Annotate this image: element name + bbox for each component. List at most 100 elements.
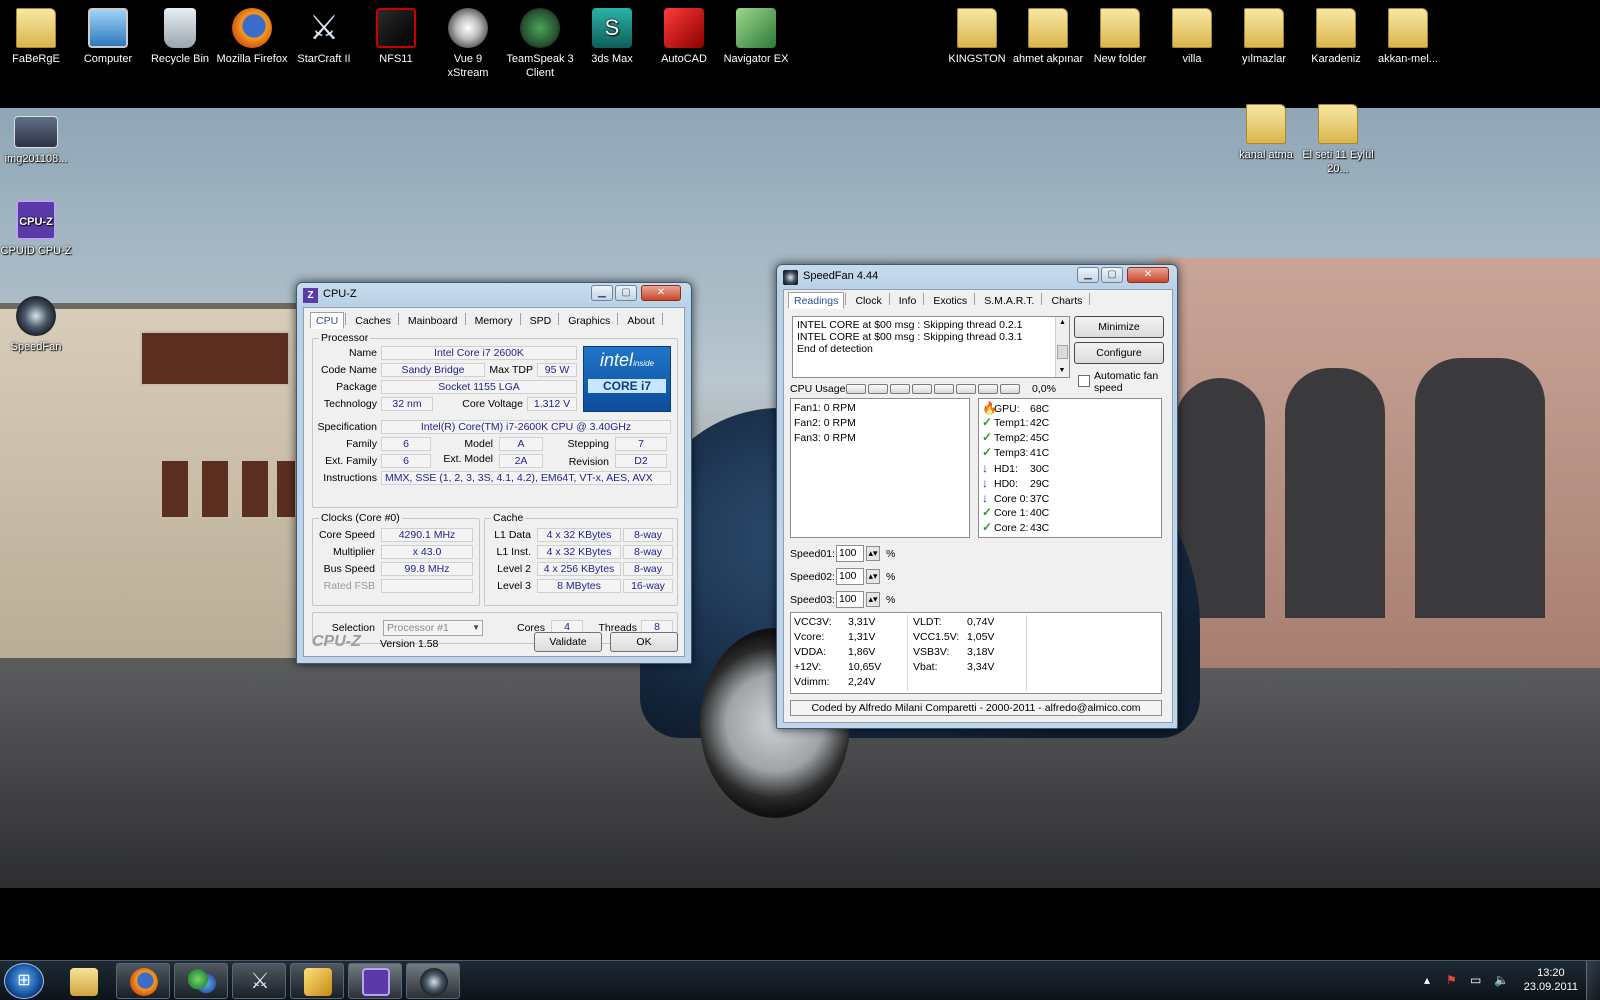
scroll-up-icon[interactable]: ▲ (1056, 317, 1069, 329)
windows-logo-icon: ⊞ (17, 972, 31, 989)
folder-icon (1100, 8, 1140, 48)
desktop-icon-img[interactable]: img201108... (0, 110, 72, 166)
desktop-icon-computer[interactable]: Computer (72, 8, 144, 66)
system-clock[interactable]: 13:20 23.09.2011 (1524, 966, 1578, 994)
tab-info[interactable]: Info (893, 292, 923, 309)
desktop-icon-yilmazlar[interactable]: yılmazlar (1228, 8, 1300, 66)
temps-panel: 🔥GPU: 68C ✓ Temp1: 42C ✓ Temp2: 45C ✓ Temp3: 41… (978, 398, 1162, 538)
desktop-icon-vue[interactable]: Vue 9 xStream (432, 8, 504, 80)
speedfan-titlebar[interactable]: SpeedFan 4.44 ▁ ▢ ✕ (777, 265, 1177, 289)
desktop-icon-speedfan[interactable]: SpeedFan (0, 296, 72, 354)
desktop-icon-kanal-atma[interactable]: kanal atma (1230, 104, 1302, 162)
speed01-stepper[interactable]: ▴▾ (866, 546, 880, 561)
temp-label: Temp1: (994, 417, 1029, 429)
tab-memory[interactable]: Memory (469, 312, 519, 329)
desktop-icon-starcraft[interactable]: ⚔ StarCraft II (288, 8, 360, 66)
minimize-app-button[interactable]: Minimize (1074, 316, 1164, 338)
maximize-button[interactable]: ▢ (1101, 267, 1123, 283)
speedfan-window[interactable]: SpeedFan 4.44 ▁ ▢ ✕ Readings Clock Info … (776, 264, 1178, 729)
temp-label: Core 0: (994, 493, 1029, 505)
network-icon[interactable]: ▭ (1470, 973, 1481, 987)
desktop-icon-akkan[interactable]: akkan-mel... (1372, 8, 1444, 66)
taskbar-item-autocad[interactable] (290, 963, 344, 999)
tab-about[interactable]: About (621, 312, 660, 329)
desktop-icon-villa[interactable]: villa (1156, 8, 1228, 66)
show-desktop-button[interactable] (1586, 961, 1600, 1000)
desktop-icon-karadeniz[interactable]: Karadeniz (1300, 8, 1372, 66)
desktop-icon-navigator[interactable]: Navigator EX (720, 8, 792, 66)
arrow-down-icon: ↓ (982, 461, 988, 475)
desktop-icon-nfs11[interactable]: NFS11 (360, 8, 432, 66)
taskbar-item-messenger[interactable] (174, 963, 228, 999)
clocks-group-title: Clocks (Core #0) (319, 512, 402, 524)
detection-log[interactable]: INTEL CORE at $00 msg : Skipping thread … (792, 316, 1070, 378)
ok-button[interactable]: OK (610, 632, 678, 652)
speed02-input[interactable]: 100 (836, 568, 864, 585)
tab-charts[interactable]: Charts (1046, 292, 1089, 309)
taskbar-item-speedfan[interactable] (406, 963, 460, 999)
tab-cpu[interactable]: CPU (310, 312, 345, 329)
tab-caches[interactable]: Caches (349, 312, 397, 329)
voltage-row: Vbat: 3,34V (913, 660, 1026, 675)
desktop-icon-3dsmax[interactable]: S 3ds Max (576, 8, 648, 66)
desktop-icon-firefox[interactable]: Mozilla Firefox (216, 8, 288, 66)
voltage-label: VCC3V: (794, 616, 832, 628)
voltage-value: 1,31V (848, 631, 876, 643)
volume-icon[interactable]: 🔈 (1494, 973, 1509, 987)
desktop-icon-new-folder[interactable]: New folder (1084, 8, 1156, 66)
desktop-icon-ahmet[interactable]: ahmet akpınar (1012, 8, 1084, 66)
tab-graphics[interactable]: Graphics (562, 312, 616, 329)
taskbar-item-cpuz[interactable] (348, 963, 402, 999)
speed03-stepper[interactable]: ▴▾ (866, 592, 880, 607)
action-center-flag-icon[interactable]: ⚑ (1446, 973, 1457, 987)
tab-readings[interactable]: Readings (788, 292, 845, 309)
desktop-icon-recycle-bin[interactable]: Recycle Bin (144, 8, 216, 66)
close-button[interactable]: ✕ (1127, 267, 1169, 283)
extfamily-value: 6 (381, 454, 431, 468)
taskbar-item-explorer[interactable] (56, 963, 110, 999)
desktop-icon-kingston[interactable]: KINGSTON (941, 8, 1013, 66)
desktop-icon-cpuz[interactable]: CPU-Z CPUID CPU-Z (0, 200, 72, 258)
desktop-icon-el-seti[interactable]: El seti 11 Eylül 20... (1302, 104, 1374, 176)
busspeed-label: Bus Speed (323, 563, 375, 575)
close-button[interactable]: ✕ (641, 285, 681, 301)
configure-button[interactable]: Configure (1074, 342, 1164, 364)
auto-fan-checkbox[interactable] (1078, 375, 1090, 387)
tab-spd[interactable]: SPD (524, 312, 558, 329)
tab-clock[interactable]: Clock (849, 292, 887, 309)
intel-logo-inside: inside (633, 359, 654, 368)
minimize-button[interactable]: ▁ (1077, 267, 1099, 283)
desktop-icon-label: 3ds Max (591, 53, 633, 65)
desktop-icon-faberge[interactable]: FaBeRgE (0, 8, 72, 66)
desktop-icon-label: New folder (1093, 53, 1147, 65)
arrow-down-icon: ↓ (982, 491, 988, 505)
log-scrollbar[interactable]: ▲ ▼ (1055, 317, 1069, 377)
clock-date: 23.09.2011 (1523, 981, 1578, 993)
speed02-stepper[interactable]: ▴▾ (866, 569, 880, 584)
speed03-input[interactable]: 100 (836, 591, 864, 608)
taskbar-item-starcraft[interactable]: ⚔ (232, 963, 286, 999)
cpuz-window[interactable]: Z CPU-Z ▁ ▢ ✕ CPU Caches Mainboard Memor… (296, 282, 692, 664)
tab-smart[interactable]: S.M.A.R.T. (978, 292, 1040, 309)
corespeed-value: 4290.1 MHz (381, 528, 473, 542)
tab-mainboard[interactable]: Mainboard (402, 312, 464, 329)
processor-select[interactable]: Processor #1 ▼ (383, 620, 483, 636)
speed01-input[interactable]: 100 (836, 545, 864, 562)
voltage-value: 1,86V (848, 646, 876, 658)
desktop-icon-teamspeak[interactable]: TeamSpeak 3 Client (504, 8, 576, 80)
scroll-down-icon[interactable]: ▼ (1056, 365, 1068, 377)
scroll-thumb[interactable] (1057, 345, 1068, 359)
busspeed-value: 99.8 MHz (381, 562, 473, 576)
tab-exotics[interactable]: Exotics (927, 292, 973, 309)
start-button[interactable]: ⊞ (4, 963, 44, 999)
maximize-button[interactable]: ▢ (615, 285, 637, 301)
minimize-button[interactable]: ▁ (591, 285, 613, 301)
voltage-row: VCC1.5V: 1,05V (913, 630, 1026, 645)
temp-row: ✓ Temp1: 42C (982, 416, 1158, 431)
validate-button[interactable]: Validate (534, 632, 602, 652)
cpuz-titlebar[interactable]: Z CPU-Z ▁ ▢ ✕ (297, 283, 691, 307)
tray-expand-icon[interactable]: ▴ (1424, 973, 1430, 987)
desktop-icon-autocad[interactable]: AutoCAD (648, 8, 720, 66)
folder-icon (1172, 8, 1212, 48)
taskbar-item-firefox[interactable] (116, 963, 170, 999)
